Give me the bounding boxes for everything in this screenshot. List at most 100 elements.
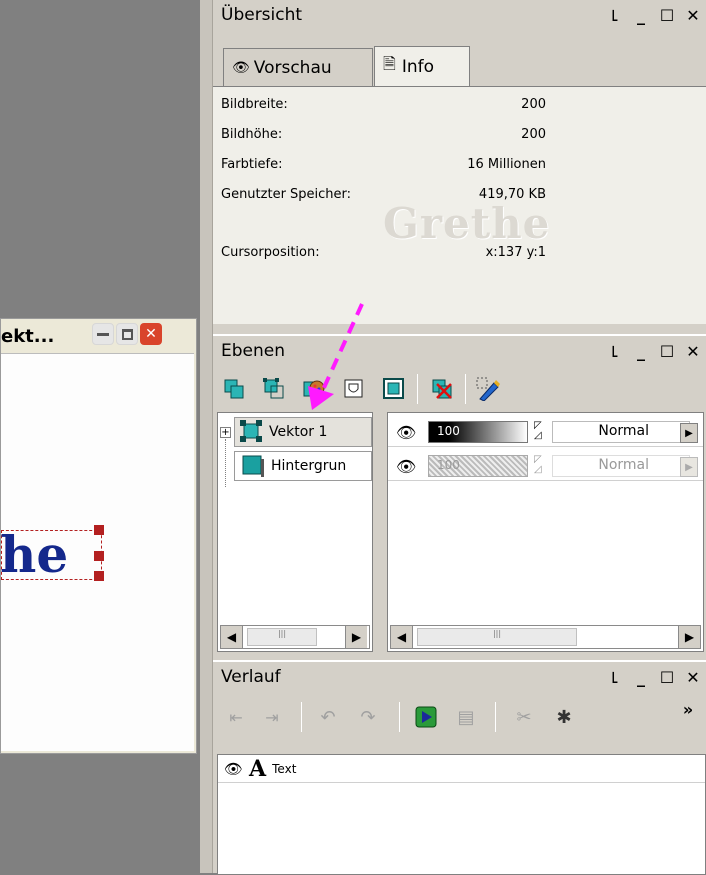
layer-name: Hintergrun xyxy=(271,458,347,474)
overview-panel: Übersicht ꜖ _ ☐ ✕ 👁 Vorschau 🗎 Info Gret… xyxy=(213,0,706,330)
visibility-eye-icon[interactable]: 👁 xyxy=(396,423,416,442)
minimize-icon[interactable]: _ xyxy=(628,342,654,361)
maximize-icon[interactable]: ☐ xyxy=(654,668,680,687)
delete-history-button[interactable]: ✱ xyxy=(551,704,577,730)
info-label: Genutzter Speicher: xyxy=(221,187,352,202)
history-title: Verlauf xyxy=(221,667,281,687)
more-tools-button[interactable]: » xyxy=(675,696,701,722)
canvas-text-selection[interactable]: he xyxy=(0,525,104,584)
expand-tree-icon[interactable]: + xyxy=(220,427,231,438)
layers-panel: Ebenen ꜖ _ ☐ ✕ + Vektor 1 Hintergrun ◀ |… xyxy=(213,334,706,652)
new-vector-layer-button[interactable] xyxy=(261,376,287,402)
info-value: 16 Millionen xyxy=(467,157,546,172)
arrow-right-icon: ▶ xyxy=(351,630,362,644)
layer-props-hscrollbar[interactable]: ◀ ||| ▶ xyxy=(390,625,701,649)
layer-row-hintergrund[interactable]: Hintergrun xyxy=(234,451,372,481)
layer-properties-button[interactable] xyxy=(475,376,501,402)
info-value: 200 xyxy=(521,127,546,142)
selection-handle[interactable] xyxy=(94,571,104,581)
history-item-label: Text xyxy=(272,761,297,776)
eye-icon: 👁 xyxy=(232,59,250,76)
layer-props-row[interactable]: 👁 100 ◸ ◿ Normal ▶ xyxy=(388,417,703,447)
chevron-right-icon: » xyxy=(682,699,694,719)
scroll-thumb[interactable]: ||| xyxy=(247,628,317,646)
close-icon[interactable]: ✕ xyxy=(680,668,706,687)
info-row: Cursorposition: x:137 y:1 xyxy=(221,245,546,260)
watermark: Grethe xyxy=(383,199,551,248)
new-adjustment-layer-button[interactable] xyxy=(381,376,407,402)
layer-tree-hscrollbar[interactable]: ◀ ||| ▶ xyxy=(220,625,370,649)
arrow-right-icon: ▶ xyxy=(684,630,695,644)
close-icon[interactable]: ✕ xyxy=(680,342,706,361)
adjustment-layer-icon xyxy=(383,378,404,399)
blend-mode-select[interactable]: Normal xyxy=(552,455,690,477)
visibility-eye-icon[interactable]: 👁 xyxy=(396,457,416,476)
redo-to-here-icon: ⇥ xyxy=(265,707,279,727)
overview-titlebar[interactable]: Übersicht ꜖ _ ☐ ✕ xyxy=(213,0,706,30)
scroll-left-button[interactable]: ◀ xyxy=(391,626,413,648)
opacity-spinner[interactable]: ◸ ◿ xyxy=(534,421,542,441)
minimize-icon[interactable]: _ xyxy=(628,6,654,25)
redo-button[interactable]: ↷ xyxy=(355,704,381,730)
undo-to-here-icon: ⇤ xyxy=(229,707,243,727)
image-canvas[interactable]: he xyxy=(0,353,194,751)
redo-icon: ↷ xyxy=(360,706,376,728)
maximize-button[interactable] xyxy=(116,323,138,345)
close-icon[interactable]: ✕ xyxy=(680,6,706,25)
blend-mode-dropdown-button[interactable]: ▶ xyxy=(680,457,698,477)
scroll-thumb[interactable]: ||| xyxy=(417,628,577,646)
tab-info[interactable]: 🗎 Info xyxy=(374,46,470,86)
layer-props-row[interactable]: 👁 100 ◸ ◿ Normal ▶ xyxy=(388,451,703,481)
clear-history-icon: ✂ xyxy=(516,706,532,728)
pin-icon[interactable]: ꜖ xyxy=(602,668,628,687)
pin-icon[interactable]: ꜖ xyxy=(602,6,628,25)
redo-to-here-button[interactable]: ⇥ xyxy=(259,704,285,730)
maximize-icon[interactable]: ☐ xyxy=(654,342,680,361)
scroll-right-button[interactable]: ▶ xyxy=(345,626,367,648)
info-label: Bildhöhe: xyxy=(221,127,283,142)
close-button[interactable]: ✕ xyxy=(140,323,162,345)
clear-history-button[interactable]: ✂ xyxy=(511,704,537,730)
info-row: Farbtiefe: 16 Millionen xyxy=(221,157,546,172)
blend-mode-select[interactable]: Normal xyxy=(552,421,690,443)
new-vector-layer-icon xyxy=(263,378,284,399)
save-script-button[interactable]: ▤ xyxy=(453,704,479,730)
new-raster-layer-button[interactable] xyxy=(221,376,247,402)
scroll-right-button[interactable]: ▶ xyxy=(678,626,700,648)
undo-icon: ↶ xyxy=(320,706,336,728)
opacity-spinner[interactable]: ◸ ◿ xyxy=(534,455,542,475)
document-icon: 🗎 xyxy=(383,54,396,73)
visibility-eye-icon[interactable]: 👁 xyxy=(224,760,243,778)
layers-titlebar[interactable]: Ebenen ꜖ _ ☐ ✕ xyxy=(213,336,706,366)
selection-handle[interactable] xyxy=(94,525,104,535)
layer-row-vektor[interactable]: Vektor 1 xyxy=(234,417,372,447)
undo-button[interactable]: ↶ xyxy=(315,704,341,730)
undo-to-here-button[interactable]: ⇤ xyxy=(223,704,249,730)
image-window-titlebar[interactable]: ekt... ✕ xyxy=(1,319,196,353)
minimize-icon[interactable]: _ xyxy=(628,668,654,687)
history-titlebar[interactable]: Verlauf ꜖ _ ☐ ✕ xyxy=(213,662,706,692)
selection-handle[interactable] xyxy=(94,551,104,561)
info-value: 419,70 KB xyxy=(478,187,546,202)
info-row: Bildbreite: 200 xyxy=(221,97,546,112)
minimize-icon xyxy=(97,332,109,336)
blend-mode-dropdown-button[interactable]: ▶ xyxy=(680,423,698,443)
scroll-left-button[interactable]: ◀ xyxy=(221,626,243,648)
tab-vorschau[interactable]: 👁 Vorschau xyxy=(223,48,373,86)
toolbar-separator xyxy=(417,374,418,404)
minimize-button[interactable] xyxy=(92,323,114,345)
layer-tree: + Vektor 1 Hintergrun ◀ ||| ▶ xyxy=(217,412,373,652)
pin-icon[interactable]: ꜖ xyxy=(602,342,628,361)
history-panel: Verlauf ꜖ _ ☐ ✕ ⇤ ⇥ ↶ ↷ ▤ ✂ ✱ » 👁 A Text xyxy=(213,660,706,875)
canvas-text: he xyxy=(0,525,69,584)
layers-title: Ebenen xyxy=(221,341,285,361)
play-script-button[interactable] xyxy=(413,704,439,730)
history-item[interactable]: 👁 A Text xyxy=(218,755,705,783)
delete-layer-icon xyxy=(432,379,452,399)
maximize-icon xyxy=(121,328,133,340)
tab-vorschau-label: Vorschau xyxy=(253,57,332,78)
opacity-slider[interactable]: 100 xyxy=(428,455,528,477)
maximize-icon[interactable]: ☐ xyxy=(654,6,680,25)
delete-layer-button[interactable] xyxy=(429,376,455,402)
opacity-slider[interactable]: 100 xyxy=(428,421,528,443)
